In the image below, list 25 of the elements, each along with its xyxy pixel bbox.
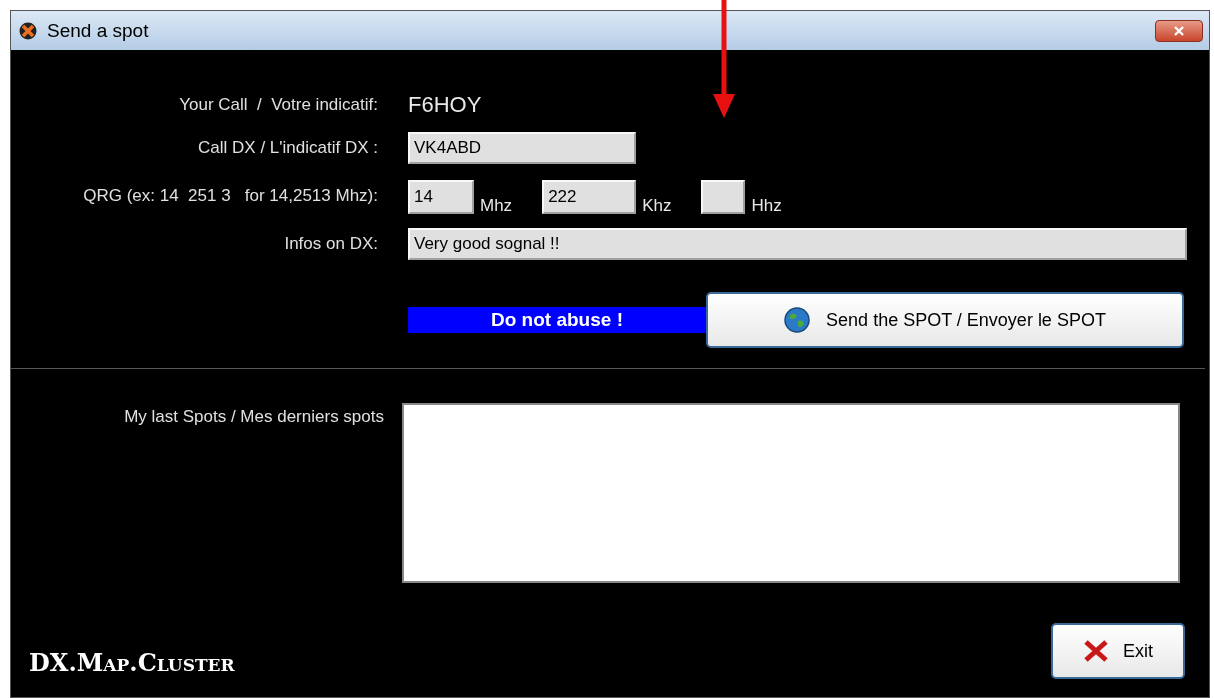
- frequency-field[interactable]: 14: [408, 180, 474, 214]
- send-button[interactable]: Send the SPOT / Envoyer le SPOT: [706, 292, 1184, 348]
- spots-list[interactable]: [402, 403, 1180, 583]
- cross-icon: [1083, 640, 1109, 662]
- unit-label: Hhz: [751, 195, 782, 216]
- unit-label: Khz: [642, 195, 672, 216]
- field-label: Infos on DX:: [283, 234, 378, 254]
- app-icon: [19, 21, 37, 40]
- unit-label: Mhz: [480, 195, 513, 216]
- frequency-field[interactable]: 222: [542, 180, 637, 214]
- warning-banner: Do not abuse !: [408, 307, 706, 333]
- window-title: Send a spot: [47, 19, 150, 42]
- call-dx-field[interactable]: VK4ABD: [408, 132, 636, 164]
- close-icon: [1172, 25, 1186, 36]
- field-label: Your Call / Votre indicatif:: [178, 94, 378, 116]
- infos-field[interactable]: Very good sognal !!: [408, 228, 1187, 260]
- list-label: My last Spots / Mes derniers spots: [123, 406, 384, 428]
- exit-button[interactable]: Exit: [1051, 623, 1185, 679]
- frequency-field[interactable]: [701, 180, 746, 214]
- close-button[interactable]: [1155, 19, 1203, 42]
- field-label: QRG (ex: 14 251 3 for 14,2513 Mhz):: [82, 186, 378, 206]
- field-label: Call DX / L'indicatif DX :: [197, 138, 378, 158]
- call-sign: F6HOY: [408, 91, 483, 119]
- globe-icon: [784, 307, 811, 333]
- logo-text: DX.Map.Cluster: [29, 648, 235, 677]
